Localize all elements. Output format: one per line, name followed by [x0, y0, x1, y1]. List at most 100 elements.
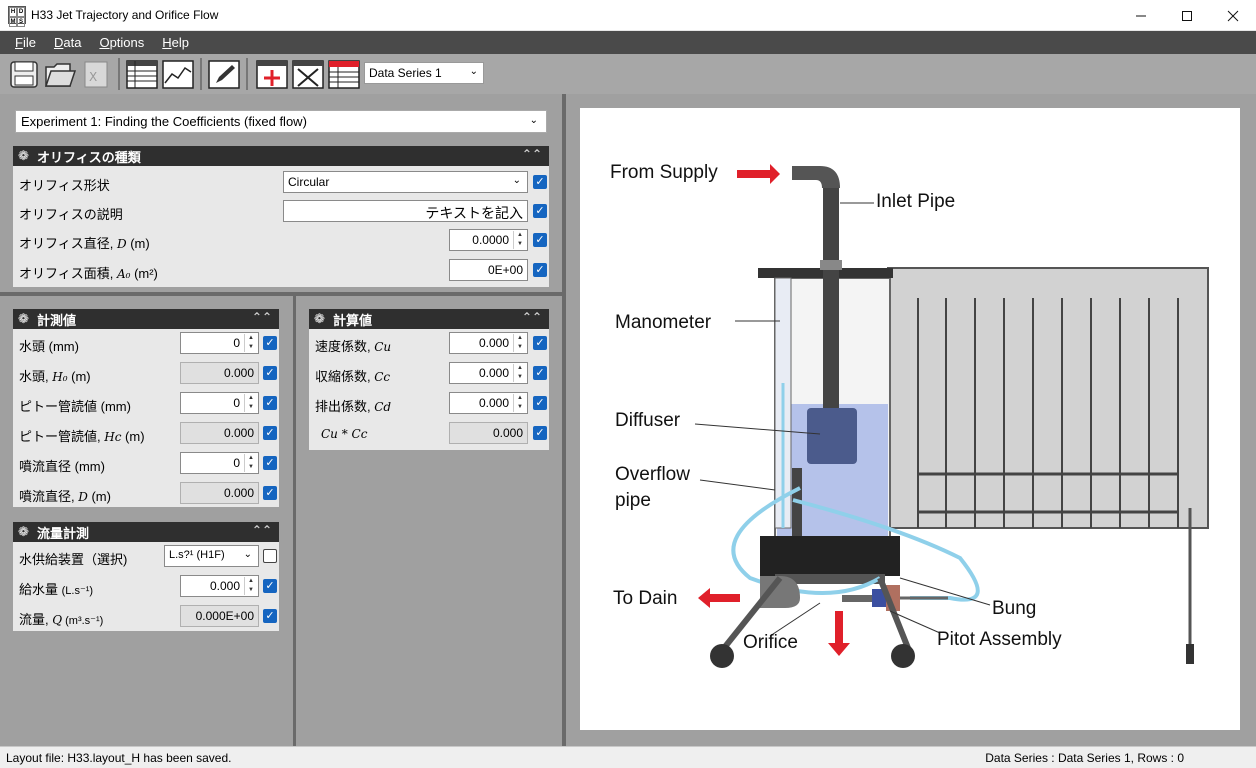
- cu-cc-value: 0.000: [449, 422, 528, 444]
- menu-data[interactable]: Data: [45, 35, 90, 50]
- svg-text:X: X: [89, 70, 97, 84]
- menu-options[interactable]: Options: [90, 35, 153, 50]
- spinner-icon[interactable]: ▲ ▼: [513, 364, 526, 382]
- pitot-m-checkbox[interactable]: ✓: [263, 426, 277, 440]
- head-mm-row: 水頭 (mm) 0 ▲ ▼ ✓: [13, 329, 279, 359]
- graph-view-button[interactable]: [162, 58, 194, 90]
- toolbar-separator: [246, 58, 248, 90]
- jet-dia-m-checkbox[interactable]: ✓: [263, 486, 277, 500]
- label-diffuser: Diffuser: [615, 410, 681, 431]
- collapse-icon[interactable]: ⌃⌃: [252, 310, 272, 324]
- contraction-coef-checkbox[interactable]: ✓: [533, 366, 547, 380]
- cu-cc-checkbox[interactable]: ✓: [533, 426, 547, 440]
- add-row-button[interactable]: [256, 58, 288, 90]
- title-bar: H D M S H33 Jet Trajectory and Orifice F…: [0, 0, 1256, 31]
- edit-button[interactable]: [208, 58, 240, 90]
- head-mm-input[interactable]: 0 ▲ ▼: [180, 332, 259, 354]
- jet-dia-mm-checkbox[interactable]: ✓: [263, 456, 277, 470]
- gear-icon: ❁: [18, 311, 29, 326]
- orifice-shape-checkbox[interactable]: ✓: [533, 175, 547, 189]
- maximize-button[interactable]: [1164, 0, 1210, 31]
- head-m-checkbox[interactable]: ✓: [263, 366, 277, 380]
- panel-header[interactable]: ❁ オリフィスの種類 ⌃⌃: [13, 146, 549, 166]
- new-series-button[interactable]: [328, 58, 360, 90]
- spinner-icon[interactable]: ▲ ▼: [244, 394, 257, 412]
- orifice-shape-select[interactable]: Circular ⌄: [283, 171, 528, 193]
- app-icon: H D M S: [8, 6, 26, 27]
- spinner-icon[interactable]: ▲ ▼: [244, 454, 257, 472]
- pitot-mm-checkbox[interactable]: ✓: [263, 396, 277, 410]
- head-mm-checkbox[interactable]: ✓: [263, 336, 277, 350]
- gear-icon: ❁: [314, 311, 325, 326]
- horizontal-splitter[interactable]: [0, 292, 562, 296]
- pitot-mm-input[interactable]: 0 ▲ ▼: [180, 392, 259, 414]
- folder-open-icon: [44, 63, 76, 87]
- discharge-coef-checkbox[interactable]: ✓: [533, 396, 547, 410]
- spinner-icon[interactable]: ▲ ▼: [513, 334, 526, 352]
- discharge-coef-row: 排出係数, Cd 0.000 ▲ ▼ ✓: [309, 389, 549, 419]
- orifice-diameter-input[interactable]: 0.0000 ▲ ▼: [449, 229, 528, 251]
- orifice-shape-row: オリフィス形状 Circular ⌄ ✓: [13, 168, 549, 198]
- orifice-desc-input[interactable]: テキストを記入: [283, 200, 528, 222]
- pitot-m-value: 0.000: [180, 422, 259, 444]
- flow-rate-value: 0.000E+00: [180, 605, 259, 627]
- minimize-button[interactable]: [1118, 0, 1164, 31]
- orifice-area-value[interactable]: 0E+00: [449, 259, 528, 281]
- status-series-info: Data Series : Data Series 1, Rows : 0: [985, 751, 1184, 765]
- toolbar-separator: [200, 58, 202, 90]
- export-excel-button[interactable]: X: [80, 58, 112, 90]
- table-icon: [126, 60, 158, 89]
- collapse-icon[interactable]: ⌃⌃: [252, 523, 272, 537]
- gear-icon: ❁: [18, 524, 29, 539]
- flow-measurement-panel: ❁ 流量計測 ⌃⌃ 水供給装置（選択) L.s?¹ (H1F) ⌄ 給水量 (L…: [13, 522, 279, 631]
- save-icon: [10, 61, 38, 88]
- menu-help[interactable]: Help: [153, 35, 198, 50]
- data-series-select[interactable]: Data Series 1 ⌄: [364, 62, 484, 84]
- orifice-area-checkbox[interactable]: ✓: [533, 263, 547, 277]
- spinner-icon[interactable]: ▲ ▼: [513, 394, 526, 412]
- label-inlet-pipe: Inlet Pipe: [876, 191, 956, 212]
- orifice-diameter-checkbox[interactable]: ✓: [533, 233, 547, 247]
- supply-rate-checkbox[interactable]: ✓: [263, 579, 277, 593]
- flow-rate-checkbox[interactable]: ✓: [263, 609, 277, 623]
- experiment-select[interactable]: Experiment 1: Finding the Coefficients (…: [15, 110, 547, 133]
- panel-header[interactable]: ❁ 流量計測 ⌃⌃: [13, 522, 279, 542]
- vertical-splitter[interactable]: [562, 94, 566, 746]
- open-button[interactable]: [44, 58, 76, 90]
- label-bung: Bung: [992, 598, 1037, 619]
- panel-header[interactable]: ❁ 計測値 ⌃⌃: [13, 309, 279, 329]
- spinner-icon[interactable]: ▲ ▼: [513, 231, 526, 249]
- add-row-icon: [256, 60, 288, 89]
- label-manometer: Manometer: [615, 312, 712, 333]
- collapse-icon[interactable]: ⌃⌃: [522, 147, 542, 161]
- close-button[interactable]: [1210, 0, 1256, 31]
- contraction-coef-value[interactable]: 0.000 ▲ ▼: [449, 362, 528, 384]
- supply-rate-row: 給水量 (L.s⁻¹) 0.000 ▲ ▼ ✓: [13, 572, 279, 602]
- supply-device-checkbox[interactable]: [263, 549, 277, 563]
- drain-arrow-icon: [698, 588, 740, 608]
- label-overflow-pipe: pipe: [615, 490, 651, 511]
- panel-header[interactable]: ❁ 計算値 ⌃⌃: [309, 309, 549, 329]
- velocity-coef-checkbox[interactable]: ✓: [533, 336, 547, 350]
- collapse-icon[interactable]: ⌃⌃: [522, 310, 542, 324]
- spinner-icon[interactable]: ▲ ▼: [244, 334, 257, 352]
- cu-cc-row: Cu * Cc 0.000 ✓: [309, 419, 549, 449]
- table-view-button[interactable]: [126, 58, 158, 90]
- jet-dia-mm-input[interactable]: 0 ▲ ▼: [180, 452, 259, 474]
- inner-vertical-splitter[interactable]: [293, 296, 296, 746]
- supply-rate-input[interactable]: 0.000 ▲ ▼: [180, 575, 259, 597]
- delete-row-button[interactable]: [292, 58, 324, 90]
- discharge-coef-value[interactable]: 0.000 ▲ ▼: [449, 392, 528, 414]
- window-title: H33 Jet Trajectory and Orifice Flow: [31, 8, 219, 22]
- orifice-desc-checkbox[interactable]: ✓: [533, 204, 547, 218]
- menu-file[interactable]: File: [6, 35, 45, 50]
- jet-dia-m-value: 0.000: [180, 482, 259, 504]
- spinner-icon[interactable]: ▲ ▼: [244, 577, 257, 595]
- maximize-icon: [1182, 10, 1192, 21]
- save-button[interactable]: [8, 58, 40, 90]
- pencil-icon: [208, 60, 240, 89]
- minimize-icon: [1136, 15, 1146, 16]
- supply-device-select[interactable]: L.s?¹ (H1F) ⌄: [164, 545, 259, 567]
- velocity-coef-value[interactable]: 0.000 ▲ ▼: [449, 332, 528, 354]
- jet-dia-m-row: 噴流直径, D (m) 0.000 ✓: [13, 479, 279, 509]
